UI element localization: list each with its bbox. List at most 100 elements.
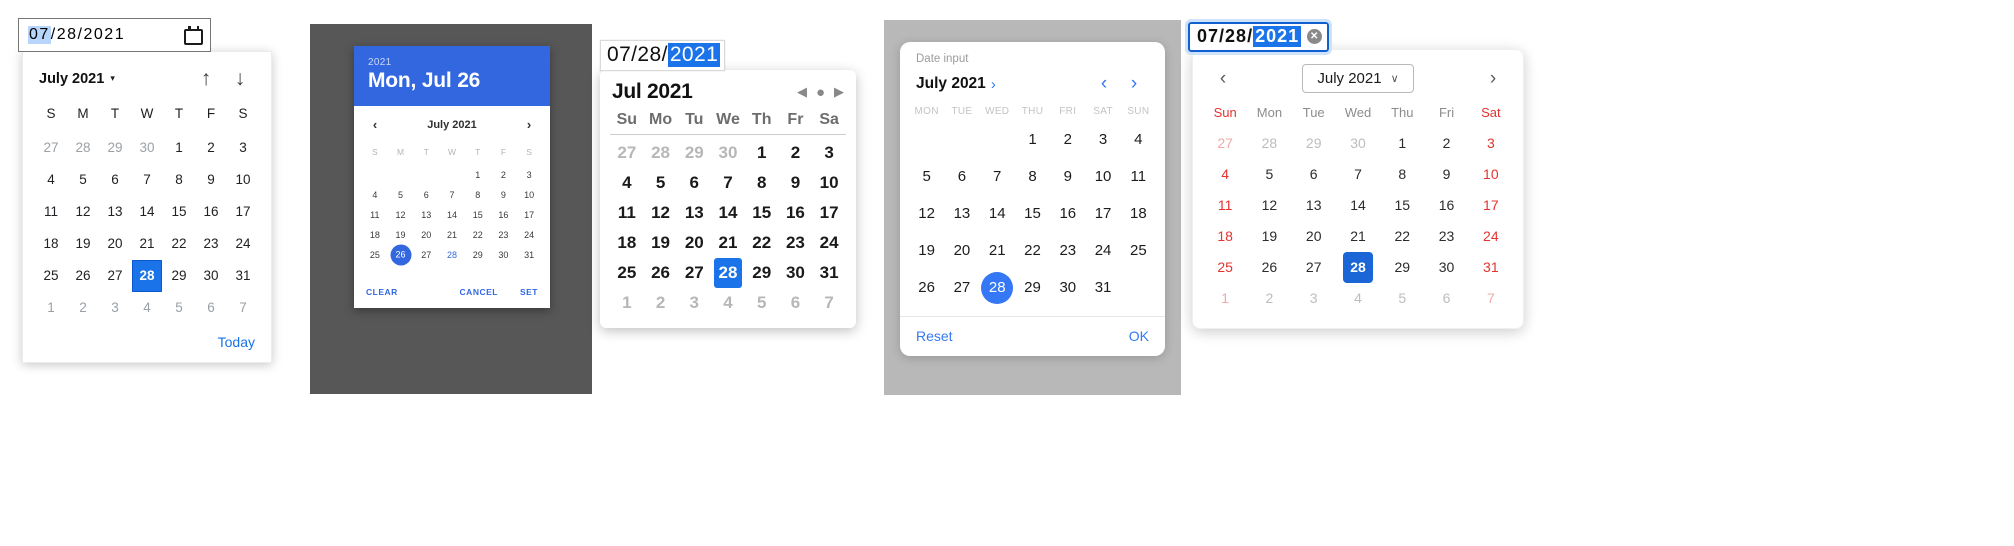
day-cell[interactable]: 29 xyxy=(465,245,491,265)
day-cell[interactable]: 2 xyxy=(491,165,517,185)
clear-button[interactable]: CLEAR xyxy=(366,287,398,297)
chevron-down-icon[interactable]: ▾ xyxy=(110,73,115,84)
day-cell[interactable]: 19 xyxy=(388,225,414,245)
edge-month-segment[interactable]: 07 xyxy=(1197,26,1219,47)
day-cell[interactable]: 2 xyxy=(1247,283,1291,314)
day-cell[interactable]: 2 xyxy=(1424,128,1468,159)
day-cell[interactable]: 15 xyxy=(465,205,491,225)
day-cell[interactable]: 21 xyxy=(980,232,1015,269)
day-cell[interactable]: 27 xyxy=(35,132,67,164)
day-cell[interactable]: 15 xyxy=(163,196,195,228)
day-cell[interactable]: 7 xyxy=(131,164,163,196)
day-cell[interactable]: 20 xyxy=(1292,221,1336,252)
day-cell[interactable]: 7 xyxy=(980,158,1015,195)
day-cell[interactable]: 19 xyxy=(909,232,944,269)
day-cell[interactable]: 29 xyxy=(163,260,195,292)
day-cell-selected[interactable]: 28 xyxy=(132,260,162,292)
day-cell[interactable]: 27 xyxy=(1203,128,1247,159)
day-cell[interactable]: 20 xyxy=(677,228,711,258)
day-cell[interactable]: 6 xyxy=(413,185,439,205)
day-cell[interactable]: 14 xyxy=(980,195,1015,232)
day-cell[interactable]: 11 xyxy=(610,198,644,228)
day-cell[interactable]: 13 xyxy=(944,195,979,232)
day-cell[interactable]: 30 xyxy=(779,258,813,288)
day-cell[interactable]: 29 xyxy=(1380,252,1424,283)
day-cell[interactable]: 19 xyxy=(644,228,678,258)
day-cell[interactable]: 26 xyxy=(909,269,944,306)
day-cell[interactable]: 1 xyxy=(610,288,644,318)
day-cell[interactable]: 23 xyxy=(1050,232,1085,269)
day-cell-selected[interactable]: 26 xyxy=(388,244,414,266)
day-cell[interactable]: 22 xyxy=(1015,232,1050,269)
day-cell[interactable]: 12 xyxy=(1247,190,1291,221)
edge-year-segment[interactable]: 2021 xyxy=(1253,26,1302,47)
day-cell[interactable]: 30 xyxy=(131,132,163,164)
reset-button[interactable]: Reset xyxy=(916,328,953,344)
cancel-button[interactable]: CANCEL xyxy=(460,287,498,297)
day-cell[interactable]: 15 xyxy=(1380,190,1424,221)
day-cell[interactable]: 5 xyxy=(909,158,944,195)
day-cell[interactable]: 21 xyxy=(131,228,163,260)
day-cell[interactable]: 6 xyxy=(779,288,813,318)
day-cell[interactable]: 16 xyxy=(1424,190,1468,221)
day-cell[interactable]: 18 xyxy=(362,225,388,245)
day-cell[interactable]: 6 xyxy=(677,168,711,198)
day-cell[interactable]: 7 xyxy=(227,292,259,324)
day-cell[interactable]: 3 xyxy=(1469,128,1513,159)
day-cell[interactable]: 16 xyxy=(1050,195,1085,232)
chevron-left-icon[interactable]: ‹ xyxy=(1209,68,1237,90)
day-cell-selected[interactable]: 28 xyxy=(980,269,1015,306)
day-cell[interactable]: 7 xyxy=(439,185,465,205)
day-cell[interactable]: 13 xyxy=(1292,190,1336,221)
day-cell[interactable]: 3 xyxy=(99,292,131,324)
edge-date-input[interactable]: 07 / 28 / 2021 ✕ xyxy=(1184,19,1333,55)
day-cell[interactable]: 1 xyxy=(745,138,779,168)
day-cell[interactable]: 1 xyxy=(465,165,491,185)
day-cell[interactable]: 18 xyxy=(1203,221,1247,252)
day-cell[interactable]: 7 xyxy=(812,288,846,318)
calendar-icon[interactable] xyxy=(184,25,203,45)
day-cell[interactable]: 6 xyxy=(1424,283,1468,314)
day-cell[interactable]: 6 xyxy=(1292,159,1336,190)
day-cell[interactable]: 11 xyxy=(362,205,388,225)
day-cell[interactable]: 31 xyxy=(1085,269,1120,306)
day-cell[interactable]: 25 xyxy=(362,245,388,265)
day-cell[interactable]: 13 xyxy=(677,198,711,228)
day-cell[interactable]: 18 xyxy=(610,228,644,258)
safari-year-segment[interactable]: 2021 xyxy=(667,43,721,67)
day-cell[interactable]: 16 xyxy=(779,198,813,228)
day-cell[interactable]: 28 xyxy=(67,132,99,164)
chevron-left-icon[interactable]: ‹ xyxy=(368,117,382,132)
day-cell[interactable]: 24 xyxy=(812,228,846,258)
day-cell[interactable]: 10 xyxy=(1085,158,1120,195)
day-cell[interactable]: 26 xyxy=(67,260,99,292)
chrome-month-label[interactable]: July 2021 xyxy=(39,71,104,87)
day-cell[interactable]: 2 xyxy=(644,288,678,318)
day-cell[interactable]: 13 xyxy=(99,196,131,228)
ok-button[interactable]: OK xyxy=(1129,328,1149,344)
day-cell[interactable]: 30 xyxy=(1424,252,1468,283)
day-cell[interactable]: 14 xyxy=(711,198,745,228)
day-cell[interactable]: 12 xyxy=(644,198,678,228)
day-cell-selected[interactable]: 28 xyxy=(1342,252,1373,283)
day-cell[interactable]: 23 xyxy=(491,225,517,245)
day-cell[interactable]: 1 xyxy=(35,292,67,324)
day-cell[interactable]: 4 xyxy=(610,168,644,198)
day-cell[interactable]: 27 xyxy=(1292,252,1336,283)
day-cell[interactable]: 31 xyxy=(516,245,542,265)
day-cell[interactable]: 5 xyxy=(67,164,99,196)
day-cell[interactable]: 23 xyxy=(1424,221,1468,252)
day-cell[interactable]: 10 xyxy=(227,164,259,196)
day-cell-selected[interactable]: 28 xyxy=(713,258,742,288)
dot-icon[interactable]: ● xyxy=(816,84,825,101)
day-cell[interactable]: 31 xyxy=(1469,252,1513,283)
arrow-up-icon[interactable]: ↑ xyxy=(189,68,223,89)
chevron-right-icon[interactable]: › xyxy=(522,117,536,132)
day-cell[interactable]: 26 xyxy=(644,258,678,288)
day-cell[interactable]: 31 xyxy=(812,258,846,288)
day-cell[interactable]: 3 xyxy=(812,138,846,168)
material-selected-date-label[interactable]: Mon, Jul 26 xyxy=(368,69,536,93)
day-cell[interactable]: 8 xyxy=(465,185,491,205)
day-cell[interactable]: 11 xyxy=(1203,190,1247,221)
day-cell[interactable]: 29 xyxy=(1292,128,1336,159)
